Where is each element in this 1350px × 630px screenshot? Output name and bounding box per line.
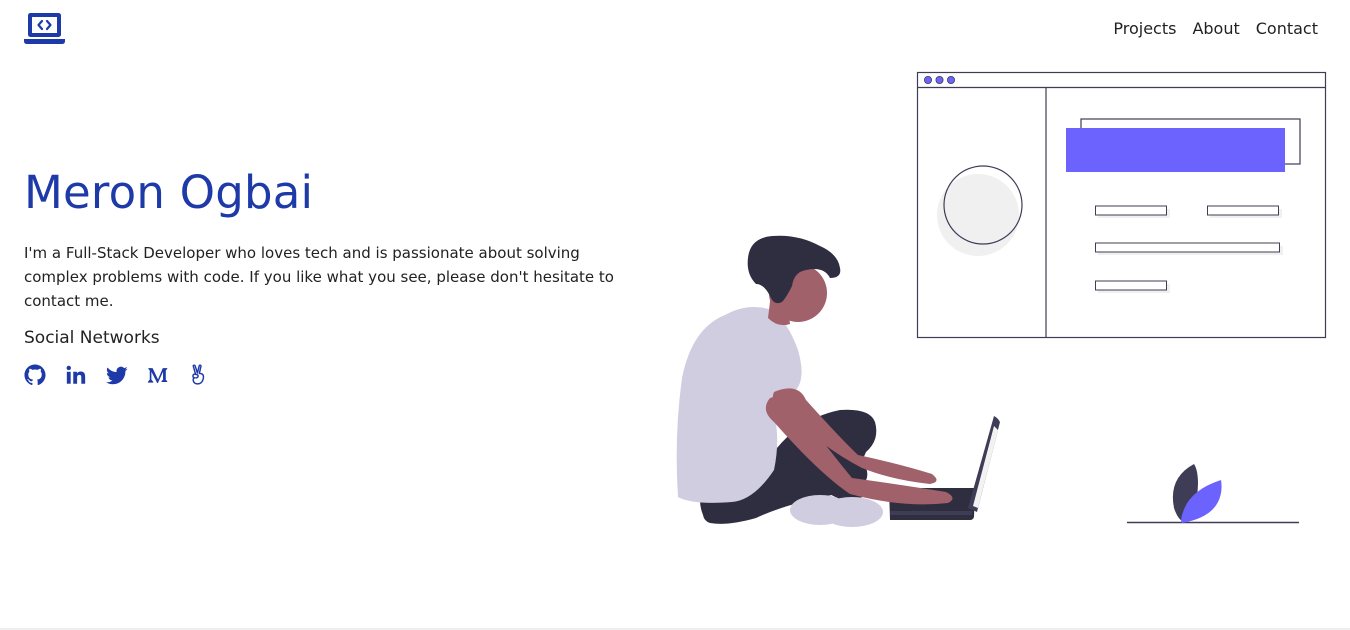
github-icon[interactable] — [24, 364, 46, 386]
social-links — [24, 364, 210, 386]
social-networks-heading: Social Networks — [24, 328, 160, 348]
laptop-code-icon[interactable] — [24, 12, 65, 45]
medium-icon[interactable] — [147, 364, 169, 386]
angellist-icon[interactable] — [188, 364, 210, 386]
hero-name: Meron Ogbai — [24, 166, 313, 219]
nav-link-about[interactable]: About — [1192, 19, 1239, 38]
linkedin-icon[interactable] — [65, 364, 87, 386]
developer-illustration — [670, 60, 1350, 540]
nav-link-contact[interactable]: Contact — [1256, 19, 1318, 38]
twitter-icon[interactable] — [106, 364, 128, 386]
hero-bio: I'm a Full-Stack Developer who loves tec… — [24, 241, 634, 313]
nav-link-projects[interactable]: Projects — [1113, 19, 1176, 38]
main-nav: Projects About Contact — [1113, 19, 1318, 38]
